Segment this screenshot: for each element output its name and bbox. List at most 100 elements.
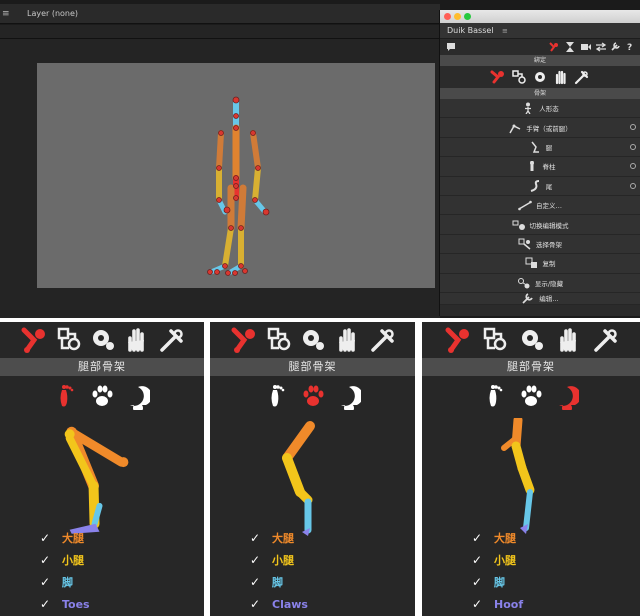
bone-item-label: 脊柱 (542, 163, 556, 172)
links-tool-icon[interactable] (511, 69, 527, 85)
show-hide-icon (517, 277, 530, 289)
links-tool-icon[interactable] (55, 326, 81, 354)
tab-menu-icon[interactable]: ≡ (502, 27, 508, 35)
hand-tool-icon[interactable] (334, 326, 360, 354)
horseshoe-icon[interactable] (126, 384, 150, 410)
bone-item-option-radio[interactable] (630, 143, 636, 150)
bone-checkbox-row[interactable]: ✓ 小腿 (40, 549, 90, 571)
horseshoe-icon[interactable] (337, 384, 361, 410)
rig-tool-icon[interactable] (592, 326, 618, 354)
checkbox[interactable]: ✓ (472, 576, 484, 588)
hourglass-icon[interactable] (564, 41, 576, 53)
layer-label[interactable]: Layer (none) (27, 4, 78, 24)
links-tool-icon[interactable] (265, 326, 291, 354)
checkbox[interactable]: ✓ (40, 532, 52, 544)
bone-item-option-radio[interactable] (630, 182, 636, 189)
after-effects-workspace: ≡ Layer (none) Duik Bassel ≡ ? 綁定 骨架 人形态… (0, 0, 640, 318)
bone-item-edit-mode[interactable]: 切换编辑模式 (440, 215, 640, 235)
bones-tool-icon[interactable] (20, 326, 46, 354)
bones-tool-icon[interactable] (444, 326, 470, 354)
checkbox[interactable]: ✓ (40, 598, 52, 610)
hand-tool-icon[interactable] (555, 326, 581, 354)
paw-icon[interactable] (90, 384, 114, 410)
minimize-window-button[interactable] (454, 13, 461, 20)
paw-icon[interactable] (519, 384, 543, 410)
bone-checkbox-row[interactable]: ✓ 脚 (472, 571, 523, 593)
bone-checkbox-label: 小腿 (62, 554, 84, 567)
paw-icon[interactable] (301, 384, 325, 410)
bone-item-duplicate[interactable]: 复制 (440, 254, 640, 274)
checkbox[interactable]: ✓ (40, 554, 52, 566)
bone-item-option-radio[interactable] (630, 124, 636, 131)
links-tool-icon[interactable] (481, 326, 507, 354)
bone-checkbox-label: Toes (62, 597, 90, 611)
bone-checkbox-row[interactable]: ✓ 脚 (40, 571, 90, 593)
horseshoe-icon[interactable] (555, 384, 579, 410)
rig-tool-icon[interactable] (574, 69, 590, 85)
bone-item-show-hide[interactable]: 显示/隐藏 (440, 273, 640, 293)
checkbox[interactable]: ✓ (250, 554, 262, 566)
character-rig[interactable] (195, 88, 285, 288)
bone-checkbox-row[interactable]: ✓ 小腿 (472, 549, 523, 571)
bone-checkbox-row[interactable]: ✓ 脚 (250, 571, 308, 593)
foot-icon[interactable] (483, 384, 507, 410)
checkbox[interactable]: ✓ (250, 532, 262, 544)
bone-checkbox-row[interactable]: ✓ Toes (40, 593, 90, 615)
checkbox[interactable]: ✓ (40, 576, 52, 588)
hand-tool-icon[interactable] (553, 69, 569, 85)
duplicate-icon (525, 257, 537, 269)
bone-item-human[interactable]: 人形态 (440, 99, 640, 119)
rigging-icon[interactable] (548, 41, 560, 53)
checkbox[interactable]: ✓ (250, 598, 262, 610)
bone-item-tail[interactable]: 尾 (440, 176, 640, 196)
automation-tool-icon[interactable] (89, 326, 115, 354)
bone-item-leg[interactable]: 腿 (440, 137, 640, 158)
camera-icon[interactable] (580, 42, 592, 52)
bind-section-header: 綁定 (440, 55, 640, 66)
tail-icon (530, 179, 539, 192)
bone-checkbox-row[interactable]: ✓ 大腿 (250, 527, 308, 549)
bone-checkbox-label: 大腿 (494, 532, 516, 545)
leg-type-selector (210, 384, 415, 412)
wrench-icon[interactable] (610, 41, 621, 52)
panel-menu-icon[interactable]: ≡ (2, 4, 10, 24)
rig-tool-icon[interactable] (369, 326, 395, 354)
bone-item-label: 选择骨架 (536, 240, 562, 249)
bone-item-label: 人形态 (539, 105, 559, 114)
arm-icon (509, 124, 521, 133)
checkbox[interactable]: ✓ (472, 554, 484, 566)
bone-checkbox-row[interactable]: ✓ Claws (250, 593, 308, 615)
checkbox[interactable]: ✓ (250, 576, 262, 588)
leg-rig-preview (501, 418, 535, 534)
bone-item-select-bones[interactable]: 选择骨架 (440, 234, 640, 255)
checkbox[interactable]: ✓ (472, 532, 484, 544)
bone-item-spine[interactable]: 脊柱 (440, 157, 640, 177)
help-icon[interactable]: ? (626, 41, 634, 52)
automation-tool-icon[interactable] (532, 69, 548, 85)
checkbox[interactable]: ✓ (472, 598, 484, 610)
bone-item-option-radio[interactable] (630, 163, 636, 170)
zoom-window-button[interactable] (464, 13, 471, 20)
automation-tool-icon[interactable] (518, 326, 544, 354)
bone-item-wrench[interactable]: 编辑… (440, 292, 640, 305)
bones-tool-icon[interactable] (490, 69, 506, 85)
bone-item-custom-bone[interactable]: 自定义… (440, 195, 640, 216)
foot-icon[interactable] (54, 384, 78, 410)
bone-checkbox-row[interactable]: ✓ 大腿 (40, 527, 90, 549)
swap-icon[interactable] (595, 42, 607, 52)
left-calf-bone (222, 225, 234, 269)
close-window-button[interactable] (444, 13, 451, 20)
duik-tab[interactable]: Duik Bassel ≡ (440, 23, 640, 39)
panel-toolbar (210, 326, 415, 358)
foot-icon[interactable] (265, 384, 289, 410)
bones-tool-icon[interactable] (230, 326, 256, 354)
bone-checkbox-row[interactable]: ✓ 大腿 (472, 527, 523, 549)
bone-checkbox-row[interactable]: ✓ 小腿 (250, 549, 308, 571)
automation-tool-icon[interactable] (299, 326, 325, 354)
bone-item-arm[interactable]: 手臂（或前腿） (440, 118, 640, 138)
bone-checkbox-row[interactable]: ✓ Hoof (472, 593, 523, 615)
bone-checkbox-label: Hoof (494, 597, 524, 611)
comment-icon[interactable] (446, 42, 456, 52)
rig-tool-icon[interactable] (158, 326, 184, 354)
hand-tool-icon[interactable] (123, 326, 149, 354)
